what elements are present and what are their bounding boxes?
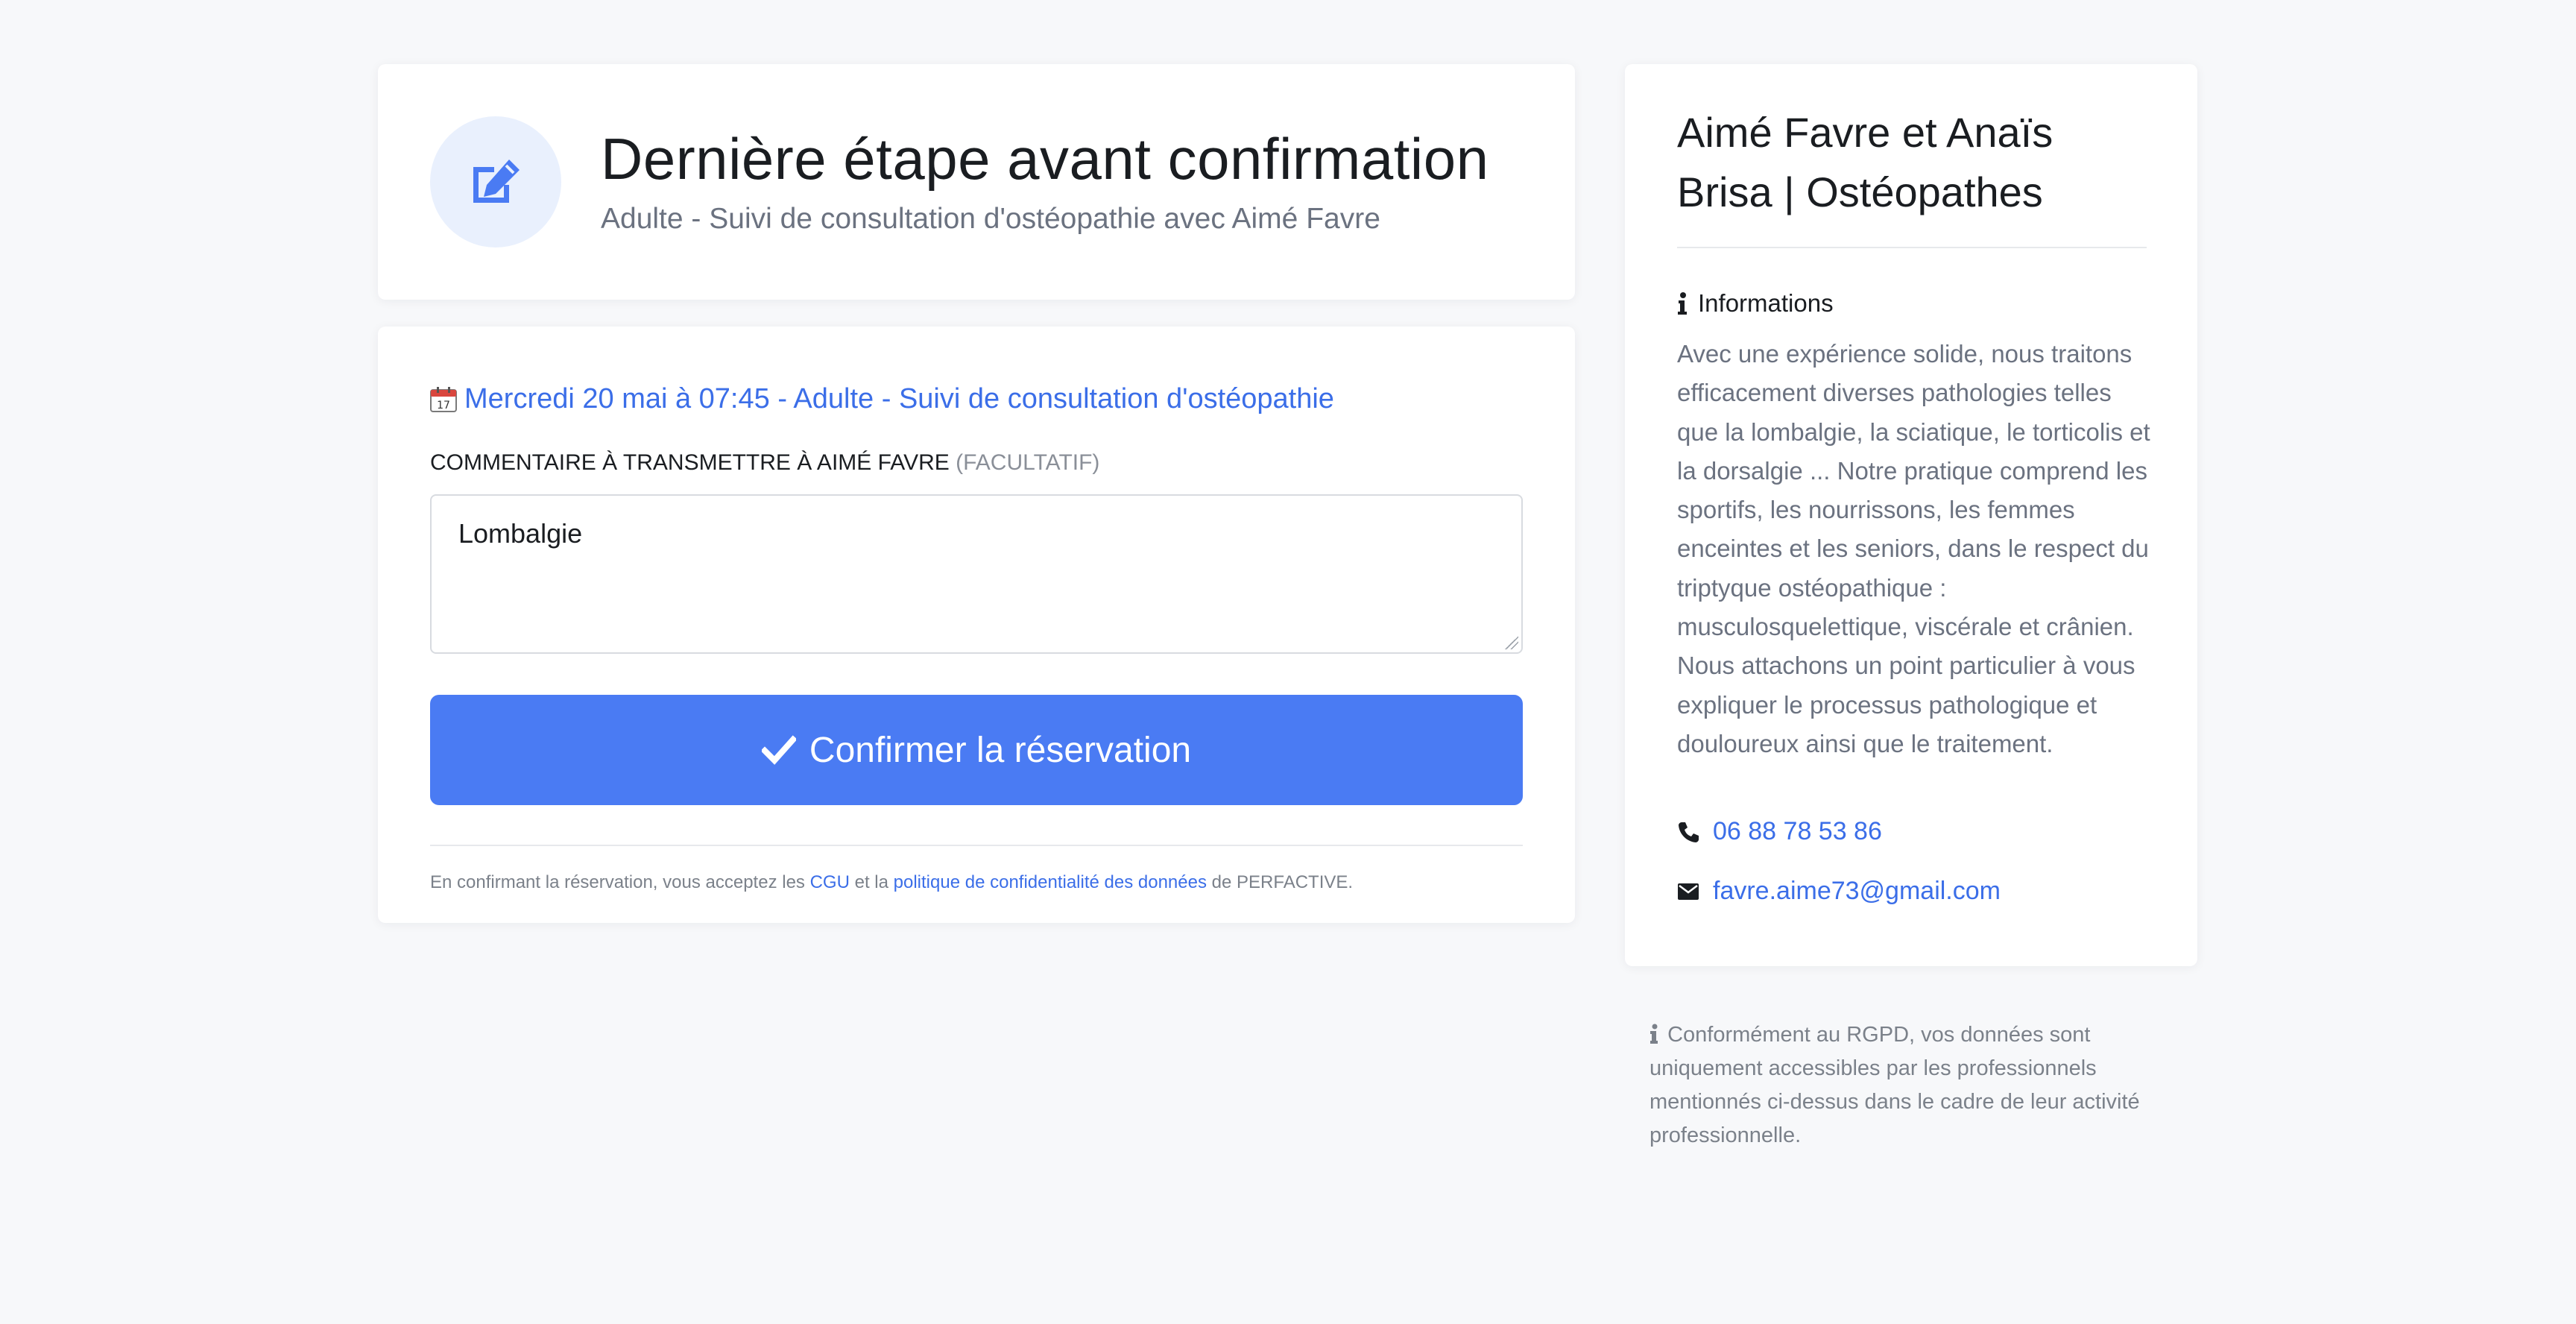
booking-card: 17 Mercredi 20 mai à 07:45 - Adulte - Su… bbox=[378, 327, 1575, 923]
cgu-link[interactable]: CGU bbox=[810, 872, 850, 892]
resize-grip[interactable] bbox=[1505, 636, 1518, 649]
informations-text: Avec une expérience solide, nous traiton… bbox=[1677, 340, 2150, 757]
edit-icon bbox=[473, 160, 520, 203]
appointment-slot: 17 Mercredi 20 mai à 07:45 - Adulte - Su… bbox=[430, 383, 1334, 415]
svg-text:17: 17 bbox=[437, 400, 450, 412]
informations-heading-text: Informations bbox=[1698, 289, 1834, 317]
info-icon bbox=[1650, 1024, 1658, 1044]
appointment-slot-text: Mercredi 20 mai à 07:45 - Adulte - Suivi… bbox=[464, 383, 1334, 414]
legal-notice: En confirmant la réservation, vous accep… bbox=[430, 872, 1353, 893]
comment-value: Lombalgie bbox=[458, 518, 583, 549]
edit-icon-circle bbox=[430, 116, 561, 248]
legal-suffix: de PERFACTIVE. bbox=[1211, 872, 1354, 892]
comment-label-text: COMMENTAIRE À TRANSMETTRE À AIMÉ FAVRE bbox=[430, 450, 950, 475]
calendar-icon: 17 bbox=[430, 386, 457, 412]
page-subtitle: Adulte - Suivi de consultation d'ostéopa… bbox=[601, 203, 1380, 235]
phone-number[interactable]: 06 88 78 53 86 bbox=[1713, 817, 1882, 846]
divider bbox=[430, 845, 1523, 846]
check-icon bbox=[761, 735, 796, 765]
rgpd-notice: Conformément au RGPD, vos données sont u… bbox=[1650, 1018, 2171, 1153]
phone-icon bbox=[1679, 822, 1699, 842]
comment-textarea[interactable]: Lombalgie bbox=[430, 494, 1523, 654]
confirm-booking-label: Confirmer la réservation bbox=[809, 730, 1192, 770]
email-contact[interactable]: favre.aime73@gmail.com bbox=[1677, 877, 2001, 906]
comment-optional-tag: (FACULTATIF) bbox=[956, 450, 1100, 475]
email-address[interactable]: favre.aime73@gmail.com bbox=[1713, 877, 2001, 906]
informations-heading: Informations bbox=[1677, 289, 1834, 318]
rgpd-notice-text: Conformément au RGPD, vos données sont u… bbox=[1650, 1023, 2140, 1147]
header-card: Dernière étape avant confirmation Adulte… bbox=[378, 64, 1575, 300]
envelope-icon bbox=[1678, 883, 1699, 900]
legal-prefix: En confirmant la réservation, vous accep… bbox=[430, 872, 805, 892]
info-icon bbox=[1678, 292, 1687, 315]
practitioner-card: Aimé Favre et Anaïs Brisa | Ostéopathes … bbox=[1625, 64, 2197, 966]
legal-middle: et la bbox=[854, 872, 888, 892]
page-title: Dernière étape avant confirmation bbox=[601, 126, 1489, 192]
phone-contact[interactable]: 06 88 78 53 86 bbox=[1677, 817, 1882, 846]
comment-label: COMMENTAIRE À TRANSMETTRE À AIMÉ FAVRE (… bbox=[430, 450, 1099, 476]
divider bbox=[1677, 247, 2147, 248]
confirm-booking-button[interactable]: Confirmer la réservation bbox=[430, 695, 1523, 805]
practitioner-name: Aimé Favre et Anaïs Brisa | Ostéopathes bbox=[1677, 109, 2053, 215]
privacy-policy-link[interactable]: politique de confidentialité des données bbox=[894, 872, 1207, 892]
